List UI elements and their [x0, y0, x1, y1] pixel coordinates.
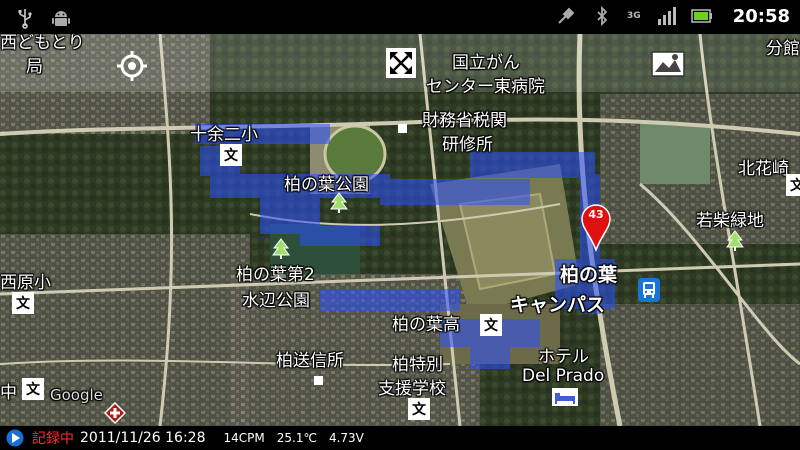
map-label: ホテル [538, 347, 589, 367]
map-label: 北花崎 [738, 159, 789, 179]
school-icon: 文 [786, 174, 800, 196]
school-icon: 文 [480, 314, 502, 336]
signal-icon [657, 7, 676, 25]
network-type-label: 3G [627, 11, 641, 21]
hotel-icon [552, 388, 578, 406]
tool-icon [558, 7, 575, 24]
map-label: Del Prado [522, 366, 605, 386]
park-icon [726, 230, 744, 251]
map-label: 柏の葉第2 [236, 265, 315, 285]
map-label: 財務省税関 [422, 111, 507, 131]
map-label: 国立がん [452, 53, 520, 73]
battery-icon [690, 9, 712, 23]
map-label: 分館 [766, 39, 800, 59]
clock: 20:58 [732, 5, 790, 27]
park-icon [330, 192, 348, 213]
map-label: 柏の葉公園 [284, 175, 369, 195]
map-label: 若柴緑地 [696, 211, 764, 231]
voltage-value: 4.73V [328, 431, 364, 445]
facility-icon [398, 124, 407, 133]
map-label: 柏特別 [392, 355, 443, 375]
status-bar: 3G 20:58 [0, 0, 800, 34]
map-view[interactable]: 西どもとり 局 国立がん センター東病院 財務省税関 研修所 分館 十余二小 柏… [0, 34, 800, 426]
map-type-icon[interactable] [651, 48, 685, 80]
school-icon: 文 [220, 144, 242, 166]
map-label: 中 [0, 383, 17, 403]
google-logo: Google [50, 386, 103, 404]
map-label: センター東病院 [426, 77, 545, 97]
hospital-icon [104, 402, 126, 424]
school-icon: 文 [408, 398, 430, 420]
map-label: キャンパス [510, 294, 606, 316]
my-location-icon[interactable] [116, 50, 148, 82]
school-icon: 文 [22, 378, 44, 400]
marker-count: 43 [588, 208, 604, 221]
android-icon [52, 11, 70, 26]
cpm-value: 14CPM [223, 431, 265, 445]
recording-status: 記録中 [32, 431, 74, 447]
temperature-value: 25.1℃ [276, 431, 317, 445]
school-icon: 文 [12, 292, 34, 314]
map-label: 西どもとり [0, 34, 85, 53]
map-label: 柏送信所 [276, 351, 344, 371]
facility-icon [314, 376, 323, 385]
bus-stop-icon [638, 278, 660, 302]
park-icon [272, 238, 290, 259]
recording-datetime: 2011/11/26 16:28 [80, 430, 206, 446]
bluetooth-icon [597, 5, 608, 27]
fullscreen-icon[interactable] [386, 48, 416, 78]
usb-icon [18, 9, 32, 29]
map-label: 局 [26, 57, 43, 77]
recording-bar: 記録中 2011/11/26 16:28 14CPM 25.1℃ 4.73V [0, 426, 800, 450]
map-label: 支援学校 [378, 379, 446, 399]
map-label: 柏の葉 [560, 264, 618, 286]
map-label: 柏の葉高 [392, 315, 460, 335]
map-label: 西原小 [0, 273, 51, 293]
play-icon[interactable] [6, 429, 24, 447]
map-label: 十余二小 [190, 125, 258, 145]
map-label: 水辺公園 [242, 291, 310, 311]
map-label: 研修所 [442, 135, 493, 155]
